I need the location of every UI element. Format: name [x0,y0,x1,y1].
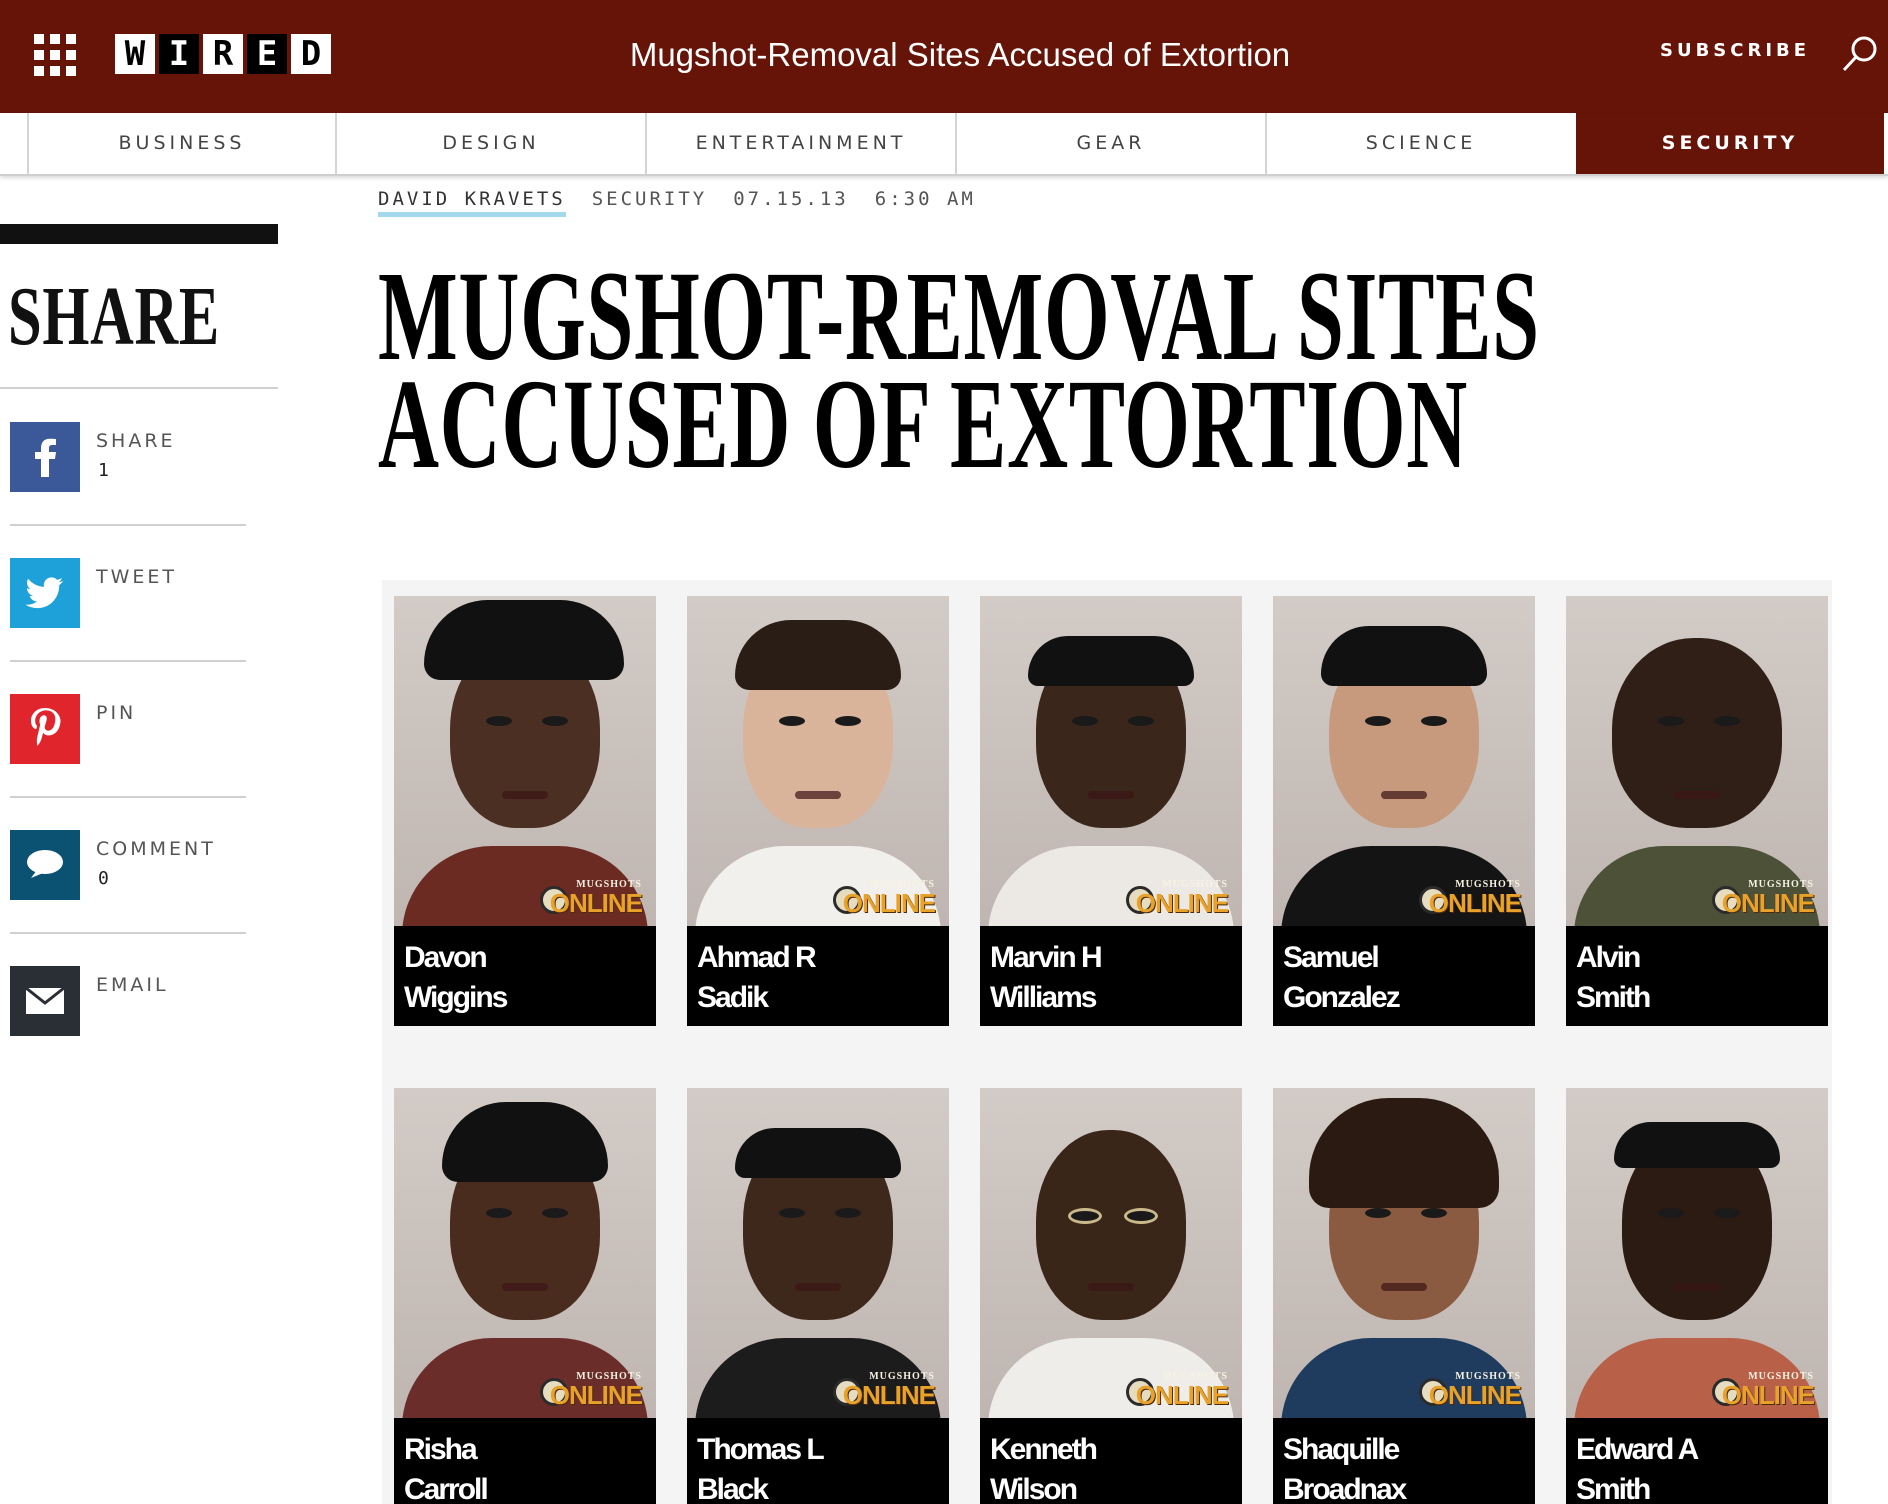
pin-label: PIN [96,702,137,724]
watermark-bottom: ONLINE [1135,888,1229,918]
mugshot-name: Kenneth Wilson [980,1418,1242,1504]
publish-time: 6:30 AM [874,188,976,210]
watermark-bottom: ONLINE [1721,1380,1815,1410]
share-email[interactable]: EMAIL [10,966,246,1102]
comment-count: 0 [98,868,109,889]
mugshot-card: MUGSHOTS ONLINE Samuel Gonzalez [1273,596,1535,1026]
watermark-bottom: ONLINE [549,888,643,918]
mugshot-photo: MUGSHOTS ONLINE [394,596,656,926]
logo-letter: R [203,34,243,74]
divider [0,387,278,389]
mugshot-photo: MUGSHOTS ONLINE [980,596,1242,926]
watermark-bottom: ONLINE [1428,1380,1522,1410]
logo-letter: D [291,34,331,74]
mugshot-card: MUGSHOTS ONLINE Thomas L Black [687,1088,949,1504]
mugshot-name: Alvin Smith [1566,926,1828,1026]
share-label: SHARE [96,430,176,452]
mugshot-card: MUGSHOTS ONLINE Ahmad R Sadik [687,596,949,1026]
mugshot-photo: MUGSHOTS ONLINE [394,1088,656,1418]
mugshot-card: MUGSHOTS ONLINE Kenneth Wilson [980,1088,1242,1504]
share-comment[interactable]: COMMENT 0 [10,830,246,966]
mugshot-photo: MUGSHOTS ONLINE [1273,1088,1535,1418]
watermark-bottom: ONLINE [549,1380,643,1410]
mugshot-photo: MUGSHOTS ONLINE [1566,596,1828,926]
logo-letter: I [159,34,199,74]
watermark-bottom: ONLINE [1428,888,1522,918]
article-headline: MUGSHOT-REMOVAL SITES ACCUSED OF EXTORTI… [378,245,1540,495]
mugshot-photo: MUGSHOTS ONLINE [980,1088,1242,1418]
mugshot-name: Samuel Gonzalez [1273,926,1535,1026]
twitter-icon[interactable] [10,558,80,628]
publish-date: 07.15.13 [733,188,849,210]
comment-label: COMMENT [96,838,216,860]
share-count: 1 [98,460,109,481]
share-facebook[interactable]: SHARE 1 [10,422,246,558]
tweet-label: TWEET [96,566,178,588]
logo-letter: W [115,34,155,74]
mugshot-name: Shaquille Broadnax [1273,1418,1535,1504]
nav-gear[interactable]: GEAR [955,113,1265,174]
share-pinterest[interactable]: PIN [10,694,246,830]
site-header: W I R E D Mugshot-Removal Sites Accused … [0,0,1888,113]
watermark-bottom: ONLINE [1721,888,1815,918]
nav-science[interactable]: SCIENCE [1265,113,1575,174]
facebook-icon[interactable] [10,422,80,492]
article-meta: DAVID KRAVETS SECURITY 07.15.13 6:30 AM [378,188,976,217]
mugshot-name: Edward A Smith [1566,1418,1828,1504]
mugshot-photo: MUGSHOTS ONLINE [1566,1088,1828,1418]
share-top-bar [0,224,278,244]
nav-entertainment[interactable]: ENTERTAINMENT [645,113,955,174]
mugshot-card: MUGSHOTS ONLINE Risha Carroll [394,1088,656,1504]
email-icon[interactable] [10,966,80,1036]
watermark-bottom: ONLINE [842,1380,936,1410]
subscribe-link[interactable]: SUBSCRIBE [1660,40,1810,61]
header-article-title: Mugshot-Removal Sites Accused of Extorti… [629,36,1291,73]
section-nav: BUSINESS DESIGN ENTERTAINMENT GEAR SCIEN… [0,113,1888,176]
email-label: EMAIL [96,974,169,996]
mugshot-card: MUGSHOTS ONLINE Marvin H Williams [980,596,1242,1026]
author-link[interactable]: DAVID KRAVETS [378,188,566,217]
nav-business[interactable]: BUSINESS [27,113,335,174]
logo-letter: E [247,34,287,74]
mugshot-card: MUGSHOTS ONLINE Alvin Smith [1566,596,1828,1026]
mugshot-name: Marvin H Williams [980,926,1242,1026]
mugshot-photo: MUGSHOTS ONLINE [687,596,949,926]
mugshot-photo: MUGSHOTS ONLINE [687,1088,949,1418]
comment-icon[interactable] [10,830,80,900]
section-label[interactable]: SECURITY [592,188,708,217]
pinterest-icon[interactable] [10,694,80,764]
mugshot-name: Thomas L Black [687,1418,949,1504]
mugshot-card: MUGSHOTS ONLINE Davon Wiggins [394,596,656,1026]
divider [10,524,246,526]
grid-menu-icon[interactable] [34,34,76,76]
divider [10,932,246,934]
mugshot-card: MUGSHOTS ONLINE Edward A Smith [1566,1088,1828,1504]
share-heading: SHARE [8,270,220,363]
divider [10,796,246,798]
wired-logo[interactable]: W I R E D [115,34,331,74]
mugshot-photo: MUGSHOTS ONLINE [1273,596,1535,926]
nav-security[interactable]: SECURITY [1576,113,1884,174]
search-icon[interactable] [1840,34,1880,74]
watermark-bottom: ONLINE [1135,1380,1229,1410]
mugshot-gallery[interactable]: MUGSHOTS ONLINE Davon Wiggins MUGSHOTS ONL… [382,580,1832,1504]
mugshot-name: Risha Carroll [394,1418,656,1504]
mugshot-card: MUGSHOTS ONLINE Shaquille Broadnax [1273,1088,1535,1504]
mugshot-name: Ahmad R Sadik [687,926,949,1026]
watermark-bottom: ONLINE [842,888,936,918]
mugshot-name: Davon Wiggins [394,926,656,1026]
nav-design[interactable]: DESIGN [335,113,645,174]
share-twitter[interactable]: TWEET [10,558,246,694]
divider [10,660,246,662]
